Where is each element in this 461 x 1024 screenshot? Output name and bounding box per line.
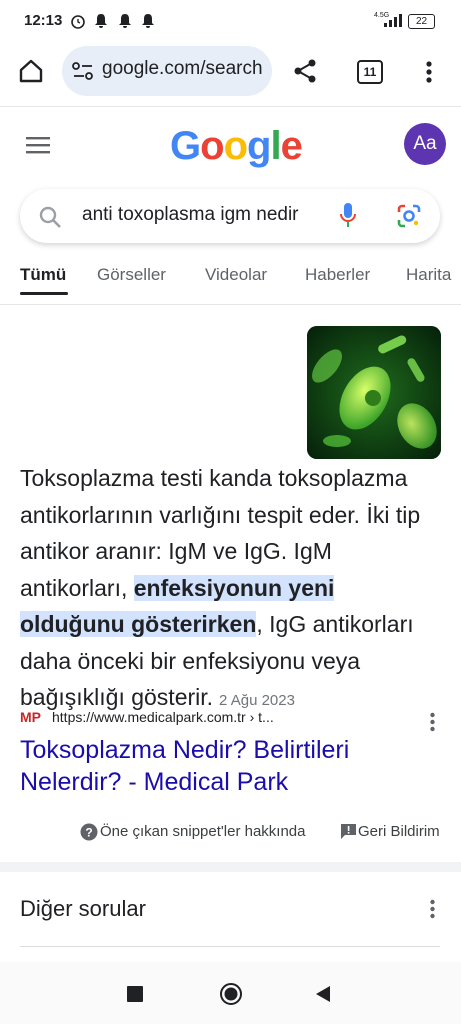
home-nav-icon[interactable] xyxy=(219,982,243,1006)
share-icon[interactable] xyxy=(292,58,318,84)
alarm-icon xyxy=(71,15,85,29)
search-input[interactable]: anti toxoplasma igm nedir xyxy=(82,204,320,226)
back-icon[interactable] xyxy=(315,985,331,1003)
home-icon[interactable] xyxy=(18,58,44,84)
feedback-link[interactable]: Geri Bildirim xyxy=(358,823,440,840)
more-questions-title: Diğer sorular xyxy=(20,896,146,921)
logo-letter: e xyxy=(280,124,303,168)
svg-text:?: ? xyxy=(85,826,92,840)
google-logo[interactable]: Google xyxy=(170,124,303,169)
logo-letter: G xyxy=(170,124,201,168)
site-settings-icon[interactable] xyxy=(72,62,94,80)
help-icon[interactable]: ? xyxy=(80,823,98,841)
signal-icon xyxy=(384,14,402,27)
section-separator xyxy=(0,862,461,872)
logo-letter: o xyxy=(200,124,224,168)
source-url[interactable]: https://www.medicalpark.com.tr › t... xyxy=(52,709,274,725)
feedback-icon[interactable] xyxy=(340,823,357,840)
logo-letter: l xyxy=(270,124,281,168)
about-snippets-link[interactable]: Öne çıkan snippet'ler hakkında xyxy=(100,823,306,840)
result-more-icon[interactable] xyxy=(429,712,436,732)
source-favicon[interactable]: MP xyxy=(20,709,41,725)
tabs-divider xyxy=(0,304,461,305)
status-time: 12:13 xyxy=(24,12,63,29)
battery-icon: 22 xyxy=(408,14,435,29)
account-avatar[interactable]: Aa xyxy=(404,123,446,165)
voice-search-icon[interactable] xyxy=(338,201,358,231)
thumbnail-spacer xyxy=(144,326,440,460)
logo-letter: g xyxy=(247,124,271,168)
tab-images[interactable]: Görseller xyxy=(97,265,166,285)
status-bar: 12:13 4.5G 22 xyxy=(0,0,461,42)
recents-icon[interactable] xyxy=(127,986,143,1002)
notification-bell-icon xyxy=(95,14,107,28)
google-lens-icon[interactable] xyxy=(396,203,422,229)
featured-snippet-text: Toksoplazma testi kanda toksoplazma anti… xyxy=(20,326,440,720)
notification-bell-icon xyxy=(142,14,154,28)
active-tab-indicator xyxy=(20,292,68,295)
snippet-date: 2 Ağu 2023 xyxy=(219,692,295,709)
more-vert-icon[interactable] xyxy=(425,60,433,84)
menu-icon[interactable] xyxy=(26,136,50,154)
tab-all[interactable]: Tümü xyxy=(20,265,66,285)
system-nav-bar xyxy=(0,962,461,1024)
toolbar-divider xyxy=(0,106,461,107)
search-icon xyxy=(39,206,61,228)
search-tabs: Tümü Görseller Videolar Haberler Harita xyxy=(0,265,461,305)
logo-letter: o xyxy=(223,124,248,168)
tab-videos[interactable]: Videolar xyxy=(205,265,267,285)
tab-switcher-button[interactable]: 11 xyxy=(357,60,383,84)
tab-news[interactable]: Haberler xyxy=(305,265,370,285)
result-title-link[interactable]: Toksoplazma Nedir? Belirtileri Nelerdir?… xyxy=(20,734,420,798)
questions-divider xyxy=(20,946,440,947)
notification-bell-icon xyxy=(119,14,131,28)
tab-maps[interactable]: Harita xyxy=(406,265,461,285)
url-text[interactable]: google.com/search xyxy=(102,58,262,80)
more-questions-menu-icon[interactable] xyxy=(429,899,436,919)
